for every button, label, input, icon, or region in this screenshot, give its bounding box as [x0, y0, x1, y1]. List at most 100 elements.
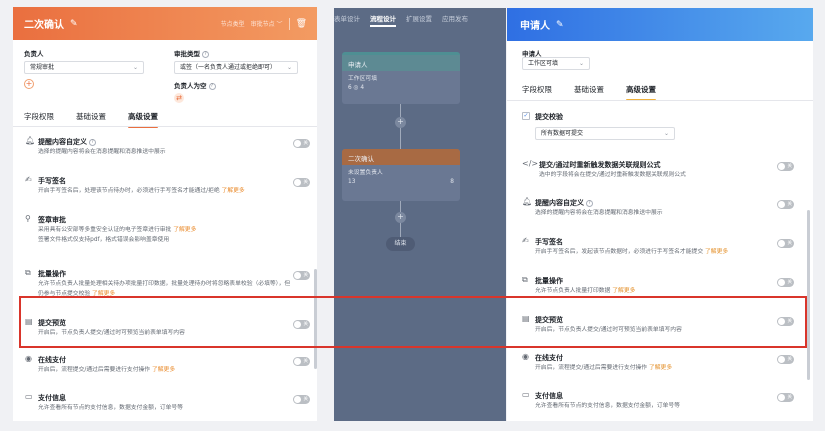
- flow-node-applicant[interactable]: 申请人 工作区可填 6 ◎ 4: [342, 52, 460, 104]
- learn-more-link[interactable]: 了解更多: [649, 365, 672, 371]
- tab-divider: [507, 100, 813, 101]
- right-scrollbar[interactable]: [807, 210, 810, 380]
- checkbox-icon[interactable]: ✓: [522, 112, 530, 120]
- preview-toggle[interactable]: [293, 320, 310, 329]
- learn-more-link[interactable]: 了解更多: [152, 367, 175, 373]
- card-icon: ▭: [25, 392, 33, 401]
- tab-field-permission[interactable]: 字段权限: [24, 111, 54, 126]
- flow-end: 结束: [386, 237, 415, 251]
- tab-app-publish[interactable]: 应用发布: [442, 13, 468, 23]
- reminder-toggle[interactable]: [293, 139, 310, 148]
- bell-icon: 🔔︎: [522, 197, 533, 206]
- learn-more-link[interactable]: 了解更多: [92, 291, 115, 297]
- tab-extension-settings[interactable]: 扩展设置: [406, 13, 432, 23]
- setting-handwritten-signature: ✍ 手写签名 开启手写签名后，发起该节点数据时，必须进行手写签名才能提交 了解更…: [522, 236, 802, 263]
- tab-form-design[interactable]: 表单设计: [334, 13, 360, 23]
- setting-title: 提醒内容自定义: [535, 199, 584, 207]
- tab-flow-design[interactable]: 流程设计: [370, 13, 396, 27]
- setting-title: 提交校验: [535, 113, 563, 121]
- chevron-down-icon: ﹀: [276, 21, 283, 28]
- setting-seal-approval: ⚲ 签章审批 采用具有公安部等多重安全认证的电子签章进行审批 了解更多 签署文件…: [25, 214, 310, 251]
- approval-type-label: 审批类型?: [174, 48, 209, 58]
- setting-reminder-custom: 🔔︎ 提醒内容自定义? 选择的提醒内容将会在消息提醒和消息推送中展示: [25, 136, 310, 163]
- tab-field-permission[interactable]: 字段权限: [522, 84, 552, 99]
- add-node-icon[interactable]: +: [395, 117, 406, 128]
- right-panel-header: 申请人 ✎: [507, 8, 813, 41]
- setting-desc: 允许查看所有节点的支付信息，数据支付金额，订单号等: [38, 405, 183, 411]
- approval-type-select[interactable]: 或签（一名负责人通过或拒绝即可） ⌄: [174, 61, 298, 74]
- node-title: 申请人: [342, 55, 460, 71]
- help-icon[interactable]: ?: [208, 82, 216, 90]
- setting-title: 在线支付: [535, 354, 563, 362]
- signature-toggle[interactable]: [777, 239, 794, 248]
- setting-submit-preview: ▤ 提交预览 开启后，节点负责人提交/通过时可预览当前表单填写内容: [522, 314, 802, 341]
- applicant-select[interactable]: 工作区可填 ⌄: [522, 57, 590, 70]
- edit-icon[interactable]: ✎: [70, 19, 78, 29]
- tab-basic-settings[interactable]: 基础设置: [76, 111, 106, 126]
- signature-toggle[interactable]: [293, 178, 310, 187]
- payment-icon: ◉: [522, 352, 529, 361]
- flow-canvas: 表单设计 流程设计 扩展设置 应用发布 申请人 工作区可填 6 ◎ 4 + 二次…: [334, 8, 506, 421]
- setting-desc-2: 签署文件格式仅支持pdf，格式错误会影响盖章使用: [38, 237, 170, 243]
- edit-icon[interactable]: ✎: [556, 20, 564, 30]
- setting-online-payment: ◉ 在线支付 开启后，流程提交/通过后需要进行支付操作 了解更多: [522, 352, 802, 379]
- setting-desc-2: 仍参与节点提交校验: [38, 291, 91, 297]
- tab-advanced-settings[interactable]: 高级设置: [128, 111, 158, 128]
- node-type-label: 节点类型: [220, 21, 245, 28]
- submit-check-select[interactable]: 所有数据可提交 ⌄: [535, 127, 675, 140]
- batch-toggle[interactable]: [293, 271, 310, 280]
- reminder-toggle[interactable]: [777, 200, 794, 209]
- help-icon[interactable]: ?: [586, 199, 593, 207]
- setting-title: 提交/通过时重新触发数据关联规则公式: [539, 161, 661, 169]
- setting-submit-check: ✓ 提交校验 所有数据可提交 ⌄: [522, 112, 802, 146]
- trash-icon[interactable]: 🗑: [296, 19, 307, 29]
- chevron-down-icon: ⌄: [286, 64, 292, 71]
- node-line: 工作区可填: [348, 76, 377, 82]
- tab-divider: [13, 126, 317, 127]
- chevron-down-icon: ⌄: [578, 60, 584, 67]
- learn-more-link[interactable]: 了解更多: [705, 249, 728, 255]
- code-icon: </>: [522, 159, 539, 168]
- payment-info-toggle[interactable]: [777, 393, 794, 402]
- payment-toggle[interactable]: [293, 357, 310, 366]
- learn-more-link[interactable]: 了解更多: [173, 227, 196, 233]
- left-scrollbar[interactable]: [314, 269, 317, 369]
- card-icon: ▭: [522, 390, 530, 399]
- setting-desc: 选中的字段将会在提交/通过时重新触发数据关联规则公式: [539, 172, 686, 178]
- left-panel-header: 二次确认 ✎ 节点类型 审批节点 ﹀ 🗑: [13, 7, 317, 40]
- tab-advanced-settings[interactable]: 高级设置: [626, 84, 656, 101]
- setting-title: 手写签名: [535, 238, 563, 246]
- setting-title: 批量操作: [535, 277, 563, 285]
- batch-toggle[interactable]: [777, 278, 794, 287]
- setting-title: 在线支付: [38, 356, 66, 364]
- tab-basic-settings[interactable]: 基础设置: [574, 84, 604, 99]
- setting-title: 支付信息: [535, 392, 563, 400]
- retrigger-toggle[interactable]: [777, 162, 794, 171]
- pen-icon: ✍: [522, 236, 529, 245]
- preview-toggle[interactable]: [777, 317, 794, 326]
- help-icon[interactable]: ?: [202, 50, 209, 58]
- payment-toggle[interactable]: [777, 355, 794, 364]
- batch-icon: ⧉: [25, 268, 31, 277]
- setting-desc: 开启后，节点负责人提交/通过时可预览当前表单填写内容: [38, 330, 185, 336]
- help-icon[interactable]: ?: [89, 138, 96, 146]
- flow-node-confirm[interactable]: 二次确认 未设置负责人 13 8: [342, 149, 460, 201]
- node-type-area: 节点类型 审批节点 ﹀ 🗑: [221, 7, 307, 40]
- node-meta: 6 ◎ 4: [348, 85, 365, 91]
- payment-icon: ◉: [25, 354, 32, 363]
- pen-icon: ✍: [25, 175, 32, 184]
- payment-info-toggle[interactable]: [293, 395, 310, 404]
- add-node-icon[interactable]: +: [395, 212, 406, 223]
- setting-batch-operation: ⧉ 批量操作 允许节点负责人批量处理相关待办项批量打印数据，批量处理待办时将忽略…: [25, 268, 310, 305]
- setting-title: 支付信息: [38, 394, 66, 402]
- learn-more-link[interactable]: 了解更多: [612, 288, 635, 294]
- node-type-value[interactable]: 审批节点 ﹀: [251, 19, 283, 28]
- learn-more-link[interactable]: 了解更多: [222, 188, 245, 194]
- add-assignee-icon[interactable]: +: [24, 79, 34, 89]
- swap-icon[interactable]: ⇄: [174, 93, 184, 103]
- setting-desc: 允许节点负责人批量处理相关待办项批量打印数据，批量处理待办时将忽略表单校验（必填…: [38, 281, 291, 287]
- setting-title: 提交预览: [38, 319, 66, 327]
- setting-payment-info: ▭ 支付信息 允许查看所有节点的支付信息，数据支付金额，订单号等: [522, 390, 802, 417]
- assignee-select[interactable]: 常规审批 ⌄: [24, 61, 144, 74]
- batch-icon: ⧉: [522, 275, 528, 284]
